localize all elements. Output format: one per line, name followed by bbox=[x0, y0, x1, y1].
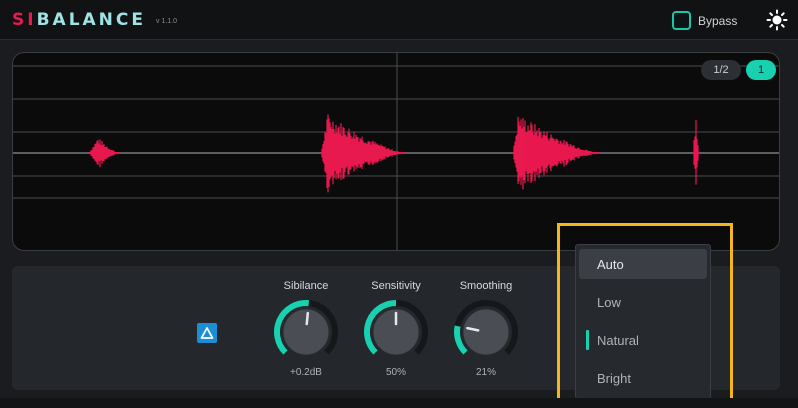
knob-value: 50% bbox=[385, 367, 406, 378]
sibilance-control: Sibilance +0.2dB bbox=[261, 280, 351, 378]
app-logo: SIBALANCE bbox=[12, 10, 146, 30]
waveform-graph bbox=[13, 53, 779, 250]
highlight-box bbox=[557, 223, 733, 405]
smoothing-knob[interactable] bbox=[453, 299, 519, 365]
sun-icon[interactable] bbox=[766, 9, 788, 31]
logo-text: BALANCE bbox=[36, 10, 146, 30]
sensitivity-control: Sensitivity 50% bbox=[351, 280, 441, 378]
bypass-checkbox[interactable] bbox=[672, 11, 691, 30]
version-label: v 1.1.0 bbox=[156, 18, 178, 25]
knob-label: Sensitivity bbox=[371, 280, 421, 292]
delta-icon[interactable] bbox=[197, 323, 217, 343]
header-bar: SIBALANCE v 1.1.0 Bypass bbox=[0, 0, 798, 40]
smoothing-control: Smoothing 21% bbox=[441, 280, 531, 378]
knob-value: 21% bbox=[475, 367, 496, 378]
bypass-toggle[interactable]: Bypass bbox=[672, 11, 737, 30]
knob-label: Smoothing bbox=[459, 280, 513, 292]
bypass-label: Bypass bbox=[698, 13, 738, 28]
knob-label: Sibilance bbox=[283, 280, 329, 292]
logo-prefix: SI bbox=[12, 10, 37, 30]
zoom-one-button[interactable]: 1 bbox=[746, 60, 776, 80]
knob-value: +0.2dB bbox=[290, 367, 322, 378]
waveform-display[interactable]: 1/2 1 bbox=[12, 52, 780, 251]
zoom-half-button[interactable]: 1/2 bbox=[701, 60, 741, 80]
bottom-strip bbox=[0, 398, 798, 408]
sensitivity-knob[interactable] bbox=[363, 299, 429, 365]
sibilance-knob[interactable] bbox=[273, 299, 339, 365]
